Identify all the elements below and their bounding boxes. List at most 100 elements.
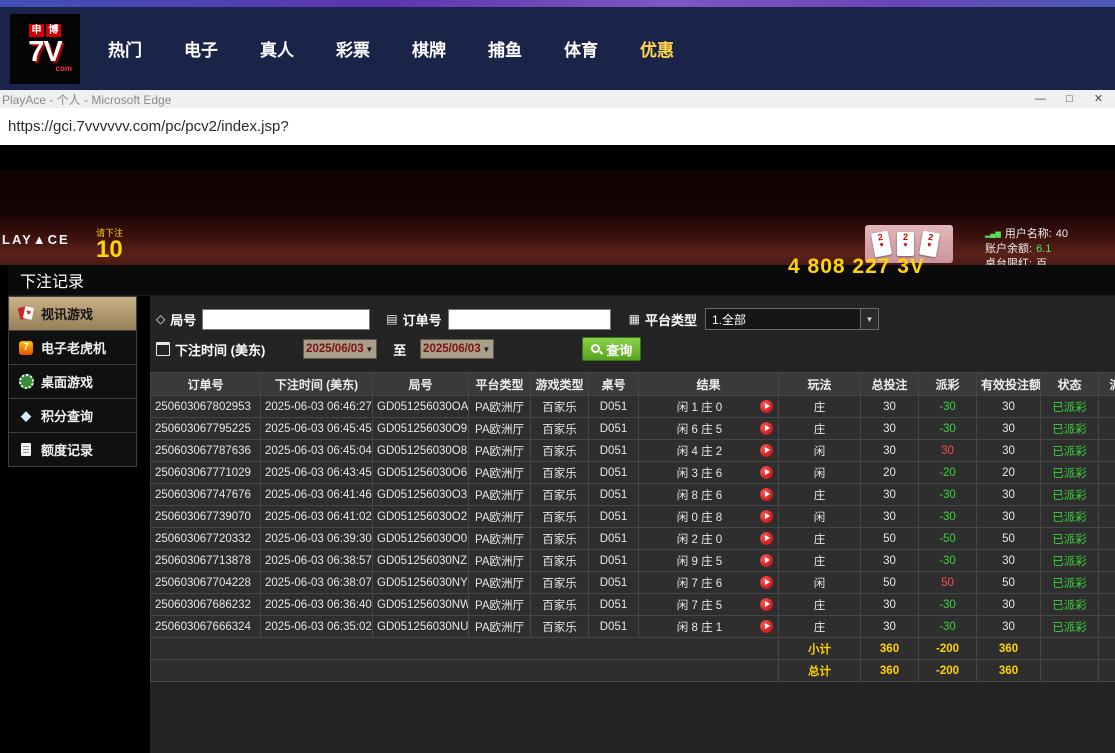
account-line-label: 桌台限红: <box>985 257 1032 265</box>
round-input[interactable] <box>202 309 370 330</box>
nav-item[interactable]: 棋牌 <box>412 36 446 61</box>
account-line-label: 账户余额: <box>985 242 1032 257</box>
platform: PA欧洲厅 <box>469 462 531 484</box>
date-to-select[interactable]: 2025/06/03 ▼ <box>420 339 494 359</box>
replay-play-icon[interactable] <box>760 466 773 479</box>
status-badge: 已派彩 <box>1041 528 1099 550</box>
gem-icon <box>18 408 34 424</box>
replay-play-icon[interactable] <box>760 576 773 589</box>
order-id: 250603067802953 <box>151 396 261 418</box>
playing-card: 2 <box>871 231 892 258</box>
sidebar-item[interactable]: 电子老虎机 <box>8 330 137 365</box>
chevron-down-icon: ▼ <box>365 345 376 354</box>
play-type: 庄 <box>779 396 861 418</box>
sidebar-item-label: 额度记录 <box>41 440 93 459</box>
sidebar-item[interactable]: 积分查询 <box>8 398 137 433</box>
main-nav: 申 博 7V com 热门 电子 真人 彩票 棋牌 捕鱼 体育 优惠 <box>0 7 1115 90</box>
replay-play-icon[interactable] <box>760 532 773 545</box>
payout-time <box>1099 572 1115 594</box>
total-bet: 30 <box>861 440 919 462</box>
summary-status-empty <box>1041 638 1099 660</box>
nav-item[interactable]: 捕鱼 <box>488 36 522 61</box>
table-id: D051 <box>589 440 639 462</box>
window-controls: — □ ✕ <box>1026 90 1113 108</box>
valid-bet: 30 <box>977 550 1041 572</box>
table-id: D051 <box>589 462 639 484</box>
platform: PA欧洲厅 <box>469 506 531 528</box>
game-type: 百家乐 <box>531 506 589 528</box>
column-header: 结果 <box>639 373 779 396</box>
payout: -30 <box>919 506 977 528</box>
date-from-select[interactable]: 2025/06/03 ▼ <box>303 339 377 359</box>
replay-play-icon[interactable] <box>760 422 773 435</box>
site-logo[interactable]: 申 博 7V com <box>10 14 80 84</box>
close-icon[interactable]: ✕ <box>1084 90 1113 108</box>
payout-time <box>1099 462 1115 484</box>
game-type: 百家乐 <box>531 616 589 638</box>
nav-item[interactable]: 电子 <box>184 36 218 61</box>
account-line-value: 百 <box>1036 257 1047 265</box>
document-icon: ▤ <box>386 312 397 326</box>
bet-record-row: 2506030677042282025-06-03 06:38:07GD0512… <box>151 572 1115 594</box>
summary-spacer <box>151 638 779 660</box>
sidebar-item[interactable]: 额度记录 <box>8 432 137 467</box>
minimize-icon[interactable]: — <box>1026 90 1055 108</box>
bet-time: 2025-06-03 06:41:46 <box>261 484 373 506</box>
subtotal-row: 小计360-200360 <box>151 638 1115 660</box>
to-label: 至 <box>393 340 406 359</box>
replay-play-icon[interactable] <box>760 400 773 413</box>
maximize-icon[interactable]: □ <box>1055 90 1084 108</box>
page-url: https://gci.7vvvvvv.com/pc/pcv2/index.js… <box>8 118 289 135</box>
platform: PA欧洲厅 <box>469 528 531 550</box>
status-badge: 已派彩 <box>1041 550 1099 572</box>
chevron-down-icon: ▼ <box>482 345 493 354</box>
column-header: 状态 <box>1041 373 1099 396</box>
nav-item[interactable]: 优惠 <box>640 36 674 61</box>
order-input[interactable] <box>448 309 611 330</box>
replay-play-icon[interactable] <box>760 620 773 633</box>
nav-item[interactable]: 体育 <box>564 36 598 61</box>
column-header: 玩法 <box>779 373 861 396</box>
payout-time <box>1099 528 1115 550</box>
panel-sidebar: 视讯游戏电子老虎机桌面游戏积分查询额度记录 <box>8 296 137 753</box>
playing-card: 2 <box>897 232 914 256</box>
sidebar-item[interactable]: 视讯游戏 <box>8 296 137 331</box>
column-header: 有效投注额 <box>977 373 1041 396</box>
platform: PA欧洲厅 <box>469 484 531 506</box>
panel-main: ◇ 局号 ▤ 订单号 ▦ 平台类型 1.全部 ▼ 下注时间 (美东) <box>150 296 1115 753</box>
round-id: GD051256030NU <box>373 616 469 638</box>
order-label: 订单号 <box>403 310 442 329</box>
panel-header: 下注记录 <box>8 265 1115 296</box>
replay-play-icon[interactable] <box>760 554 773 567</box>
total-bet: 30 <box>861 616 919 638</box>
replay-play-icon[interactable] <box>760 444 773 457</box>
replay-play-icon[interactable] <box>760 510 773 523</box>
sidebar-item[interactable]: 桌面游戏 <box>8 364 137 399</box>
summary-label: 小计 <box>779 638 861 660</box>
search-button[interactable]: 查询 <box>582 337 641 361</box>
payout-time <box>1099 396 1115 418</box>
round-id: GD051256030O8 <box>373 440 469 462</box>
address-bar[interactable]: https://gci.7vvvvvv.com/pc/pcv2/index.js… <box>0 108 1115 145</box>
total-bet: 30 <box>861 396 919 418</box>
round-label: 局号 <box>170 310 196 329</box>
bet-time: 2025-06-03 06:39:30 <box>261 528 373 550</box>
nav-item[interactable]: 真人 <box>260 36 294 61</box>
nav-item[interactable]: 彩票 <box>336 36 370 61</box>
status-badge: 已派彩 <box>1041 572 1099 594</box>
account-info: ▂▄▆用户名称:40账户余额:6.1桌台限红:百 <box>985 227 1068 265</box>
game-type: 百家乐 <box>531 572 589 594</box>
result: 闲 2 庄 0 <box>639 528 779 550</box>
valid-bet: 30 <box>977 418 1041 440</box>
replay-play-icon[interactable] <box>760 488 773 501</box>
nav-item[interactable]: 热门 <box>108 36 142 61</box>
replay-play-icon[interactable] <box>760 598 773 611</box>
valid-bet: 30 <box>977 506 1041 528</box>
platform-select[interactable]: 1.全部 ▼ <box>705 308 879 330</box>
play-type: 闲 <box>779 572 861 594</box>
panel-body: 视讯游戏电子老虎机桌面游戏积分查询额度记录 ◇ 局号 ▤ 订单号 ▦ 平台类型 … <box>8 296 1115 753</box>
column-header: 派彩时间 <box>1099 373 1115 396</box>
bet-record-row: 2506030677710292025-06-03 06:43:45GD0512… <box>151 462 1115 484</box>
nav-menu: 热门 电子 真人 彩票 棋牌 捕鱼 体育 优惠 <box>108 36 674 61</box>
column-header: 局号 <box>373 373 469 396</box>
